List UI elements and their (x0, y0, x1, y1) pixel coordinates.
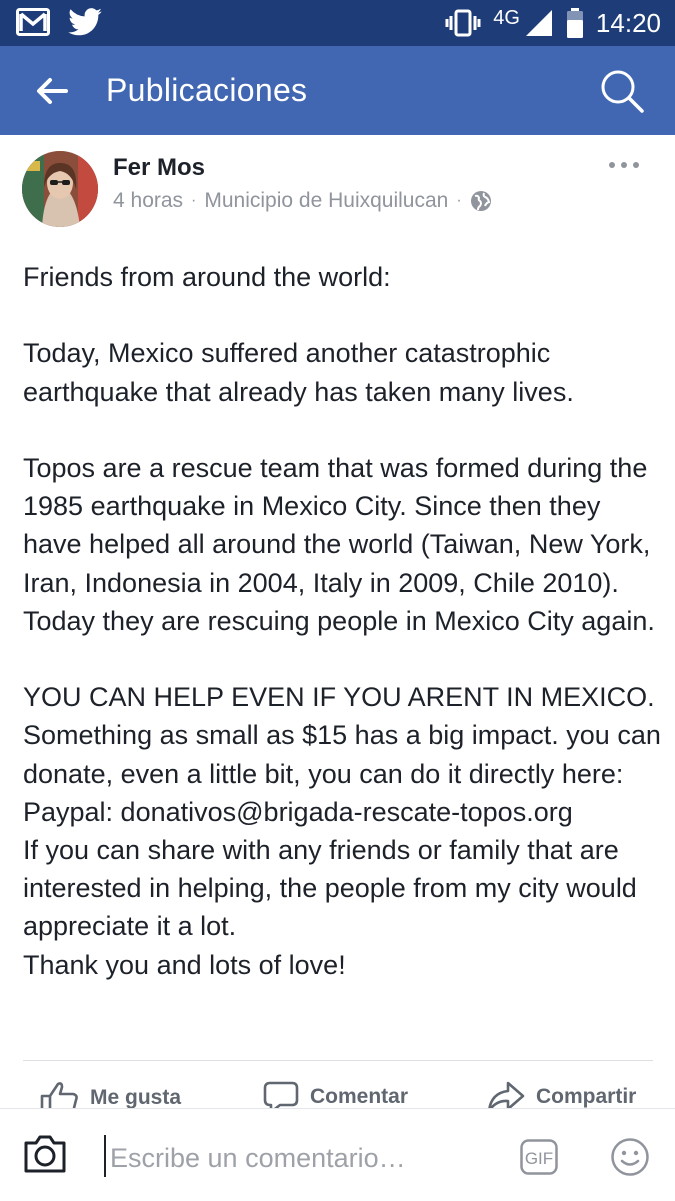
more-options-icon[interactable] (607, 155, 641, 175)
gif-icon[interactable]: GIF (520, 1139, 558, 1175)
status-notifications (16, 8, 102, 36)
signal-icon (525, 10, 552, 36)
emoji-icon[interactable] (610, 1137, 650, 1177)
camera-icon[interactable] (22, 1131, 68, 1177)
comment-input[interactable] (108, 1135, 502, 1181)
text-cursor (104, 1135, 106, 1177)
post-meta: 4 horas · Municipio de Huixquilucan · (113, 189, 492, 213)
post-paragraph: If you can share with any friends or fam… (23, 835, 645, 942)
comment-icon (263, 1081, 299, 1110)
post-paragraph: Thank you and lots of love! (23, 949, 346, 980)
comment-button[interactable]: Comentar (262, 1080, 408, 1110)
post-header: Fer Mos 4 horas · Municipio de Huixquilu… (0, 135, 675, 245)
clock: 14:20 (595, 7, 661, 38)
thumbs-up-icon (40, 1082, 78, 1110)
post-paragraph: Today, Mexico suffered another catastrop… (23, 338, 574, 407)
search-icon[interactable] (599, 68, 645, 114)
share-label: Compartir (536, 1085, 637, 1108)
globe-icon (470, 191, 491, 211)
comment-label: Comentar (310, 1085, 409, 1108)
meta-separator: · (456, 192, 462, 209)
share-button[interactable]: Compartir (486, 1080, 636, 1110)
meta-separator: · (191, 192, 197, 209)
like-label: Me gusta (90, 1086, 182, 1109)
post-text: Friends from around the world: Today, Me… (23, 258, 663, 984)
status-bar: 4G 14:20 (0, 0, 675, 46)
avatar[interactable] (22, 151, 98, 227)
post-author[interactable]: Fer Mos (113, 154, 205, 182)
post-location[interactable]: Municipio de Huixquilucan (204, 189, 448, 213)
post-paragraph: YOU CAN HELP EVEN IF YOU ARENT IN MEXICO… (23, 682, 669, 789)
network-type: 4G (493, 6, 520, 29)
post-paragraph-blank (23, 296, 663, 334)
post-paragraph-blank (23, 411, 663, 449)
post-actions: Me gusta Comentar Compartir (0, 1062, 675, 1110)
gif-label: GIF (525, 1149, 553, 1168)
like-button[interactable]: Me gusta (40, 1080, 181, 1110)
app-bar: Publicaciones (0, 46, 675, 135)
vibrate-icon (445, 9, 481, 37)
comment-composer: GIF (0, 1108, 675, 1201)
post-paragraph: Friends from around the world: (23, 262, 391, 292)
back-arrow-icon[interactable] (34, 73, 70, 109)
battery-icon (566, 8, 583, 38)
divider (23, 1060, 653, 1061)
share-arrow-icon (487, 1081, 525, 1110)
post-paypal-line: Paypal: donativos@brigada-rescate-topos.… (23, 796, 573, 827)
status-system: 4G 14:20 (445, 6, 661, 40)
post-time[interactable]: 4 horas (113, 189, 183, 213)
post-paragraph-blank (23, 640, 663, 678)
page-title: Publicaciones (106, 72, 308, 108)
gmail-icon (16, 8, 50, 36)
post-paragraph: Topos are a rescue team that was formed … (23, 453, 658, 636)
twitter-icon (68, 8, 102, 36)
